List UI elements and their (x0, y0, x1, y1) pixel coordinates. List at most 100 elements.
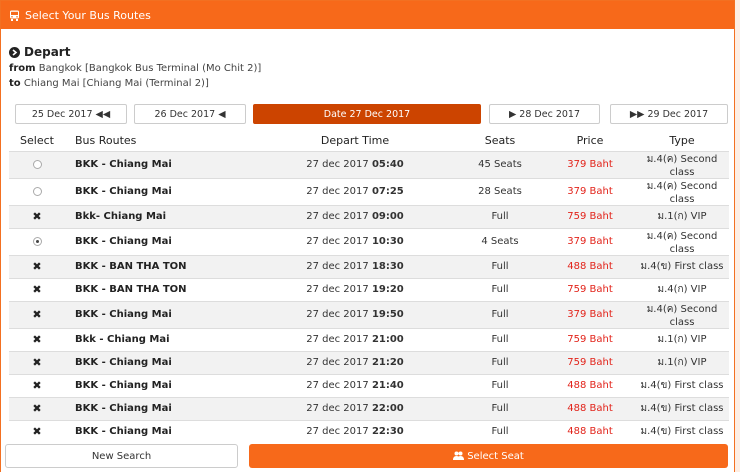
time-text: 10:30 (371, 236, 404, 247)
type-cell: ม.4(ค) Second class (635, 227, 729, 255)
from-value: Bangkok [Bangkok Bus Terminal (Mo Chit 2… (38, 63, 262, 74)
depart-section: Depart from Bangkok [Bangkok Bus Termina… (9, 45, 261, 89)
date-next-2-button[interactable]: ▶▶ 29 Dec 2017 (610, 104, 728, 124)
route-cell: BKK - Chiang Mai (65, 300, 255, 328)
time-cell: 27 dec 2017 21:40 (255, 373, 455, 397)
type-cell: ม.4(ข) First class (635, 254, 729, 278)
time-cell: 27 dec 2017 19:50 (255, 300, 455, 328)
table-row: ✖ Bkk - Chiang Mai 27 dec 2017 21:00 Full 75… (9, 327, 729, 351)
route-cell: BKK - BAN THA TON (65, 254, 255, 278)
time-cell: 27 dec 2017 05:40 (255, 150, 455, 178)
col-select: Select (20, 134, 54, 148)
table-row: ✖ BKK - Chiang Mai 27 dec 2017 22:00 Full 48… (9, 396, 729, 420)
select-cell: ✖ (9, 419, 65, 443)
time-text: 07:25 (371, 186, 404, 197)
price-cell: 488 Baht (545, 396, 635, 420)
route-cell: BKK - Chiang Mai (65, 419, 255, 443)
price-cell: 379 Baht (545, 227, 635, 255)
bus-routes-panel: Select Your Bus Routes Depart from Bangk… (0, 0, 735, 472)
table-header-row: Select Bus Routes Depart Time Seats Pric… (9, 131, 729, 151)
col-type: Type (669, 134, 695, 148)
price-cell: 488 Baht (545, 419, 635, 443)
select-cell (9, 177, 65, 205)
type-cell: ม.4(ค) Second class (635, 150, 729, 178)
times-icon: ✖ (32, 333, 42, 346)
date-text: 27 dec 2017 (306, 211, 369, 222)
route-cell: Bkk - Chiang Mai (65, 327, 255, 351)
bus-icon (9, 10, 20, 21)
price-cell: 759 Baht (545, 327, 635, 351)
type-cell: ม.4(ข) First class (635, 419, 729, 443)
time-text: 05:40 (371, 159, 404, 170)
type-cell: ม.1(ก) VIP (635, 204, 729, 228)
select-cell: ✖ (9, 327, 65, 351)
date-next-1-button[interactable]: ▶ 28 Dec 2017 (489, 104, 600, 124)
price-cell: 379 Baht (545, 150, 635, 178)
select-cell: ✖ (9, 396, 65, 420)
price-cell: 379 Baht (545, 300, 635, 328)
times-icon: ✖ (32, 210, 42, 223)
select-seat-button[interactable]: Select Seat (249, 444, 728, 468)
select-cell: ✖ (9, 204, 65, 228)
time-cell: 27 dec 2017 22:30 (255, 419, 455, 443)
type-cell: ม.4(ค) Second class (635, 300, 729, 328)
price-cell: 759 Baht (545, 350, 635, 374)
page-edge (735, 0, 740, 472)
seats-cell: 4 Seats (455, 227, 545, 255)
price-cell: 759 Baht (545, 277, 635, 301)
route-cell: BKK - Chiang Mai (65, 373, 255, 397)
seats-cell: Full (455, 277, 545, 301)
time-cell: 27 dec 2017 21:00 (255, 327, 455, 351)
date-text: 27 dec 2017 (306, 380, 369, 391)
date-text: 27 dec 2017 (306, 236, 369, 247)
new-search-button[interactable]: New Search (5, 444, 238, 468)
time-cell: 27 dec 2017 09:00 (255, 204, 455, 228)
to-value: Chiang Mai [Chiang Mai (Terminal 2)] (23, 78, 209, 89)
time-text: 22:30 (371, 426, 404, 438)
time-text: 21:20 (371, 357, 404, 368)
route-cell: BKK - Chiang Mai (65, 227, 255, 255)
select-cell: ✖ (9, 277, 65, 301)
time-cell: 27 dec 2017 19:20 (255, 277, 455, 301)
col-seats: Seats (484, 134, 516, 148)
col-bus-routes: Bus Routes (75, 134, 137, 148)
price-cell: 759 Baht (545, 204, 635, 228)
route-cell: Bkk- Chiang Mai (65, 204, 255, 228)
table-row: ✖ Bkk- Chiang Mai 27 dec 2017 09:00 Full 759… (9, 204, 729, 228)
seats-cell: Full (455, 350, 545, 374)
table-row: ✖ BKK - BAN THA TON 27 dec 2017 19:20 Full 7… (9, 277, 729, 301)
date-text: 27 dec 2017 (306, 426, 369, 438)
route-cell: BKK - Chiang Mai (65, 350, 255, 374)
route-cell: BKK - BAN THA TON (65, 277, 255, 301)
seats-cell: Full (455, 204, 545, 228)
type-cell: ม.4(ก) VIP (635, 277, 729, 301)
seats-cell: Full (455, 396, 545, 420)
time-cell: 27 dec 2017 22:00 (255, 396, 455, 420)
time-text: 19:20 (371, 284, 404, 295)
seats-cell: 45 Seats (455, 150, 545, 178)
route-radio[interactable] (32, 159, 42, 169)
table-row: ✖ BKK - Chiang Mai 27 dec 2017 19:50 Full 37… (9, 300, 729, 328)
type-cell: ม.4(ข) First class (635, 373, 729, 397)
type-cell: ม.1(ก) VIP (635, 327, 729, 351)
route-radio[interactable] (32, 186, 42, 196)
date-text: 27 dec 2017 (306, 159, 369, 170)
type-cell: ม.4(ข) First class (635, 396, 729, 420)
date-text: 27 dec 2017 (306, 186, 369, 197)
time-text: 22:00 (371, 403, 404, 414)
seats-cell: Full (455, 300, 545, 328)
date-prev-2-button[interactable]: 25 Dec 2017 ◀◀ (15, 104, 127, 124)
panel-heading: Select Your Bus Routes (1, 1, 734, 29)
table-row: ✖ BKK - BAN THA TON 27 dec 2017 18:30 Full 4… (9, 254, 729, 278)
route-cell: BKK - Chiang Mai (65, 396, 255, 420)
date-current-button[interactable]: Date 27 Dec 2017 (253, 104, 481, 124)
route-radio[interactable] (32, 236, 42, 246)
price-cell: 488 Baht (545, 254, 635, 278)
users-icon (453, 451, 465, 460)
date-prev-1-button[interactable]: 26 Dec 2017 ◀ (134, 104, 246, 124)
table-row: BKK - Chiang Mai 27 dec 2017 05:40 45 Seat… (9, 150, 729, 178)
depart-title: Depart (24, 45, 71, 59)
select-cell: ✖ (9, 350, 65, 374)
col-price: Price (576, 134, 604, 148)
seats-cell: Full (455, 373, 545, 397)
